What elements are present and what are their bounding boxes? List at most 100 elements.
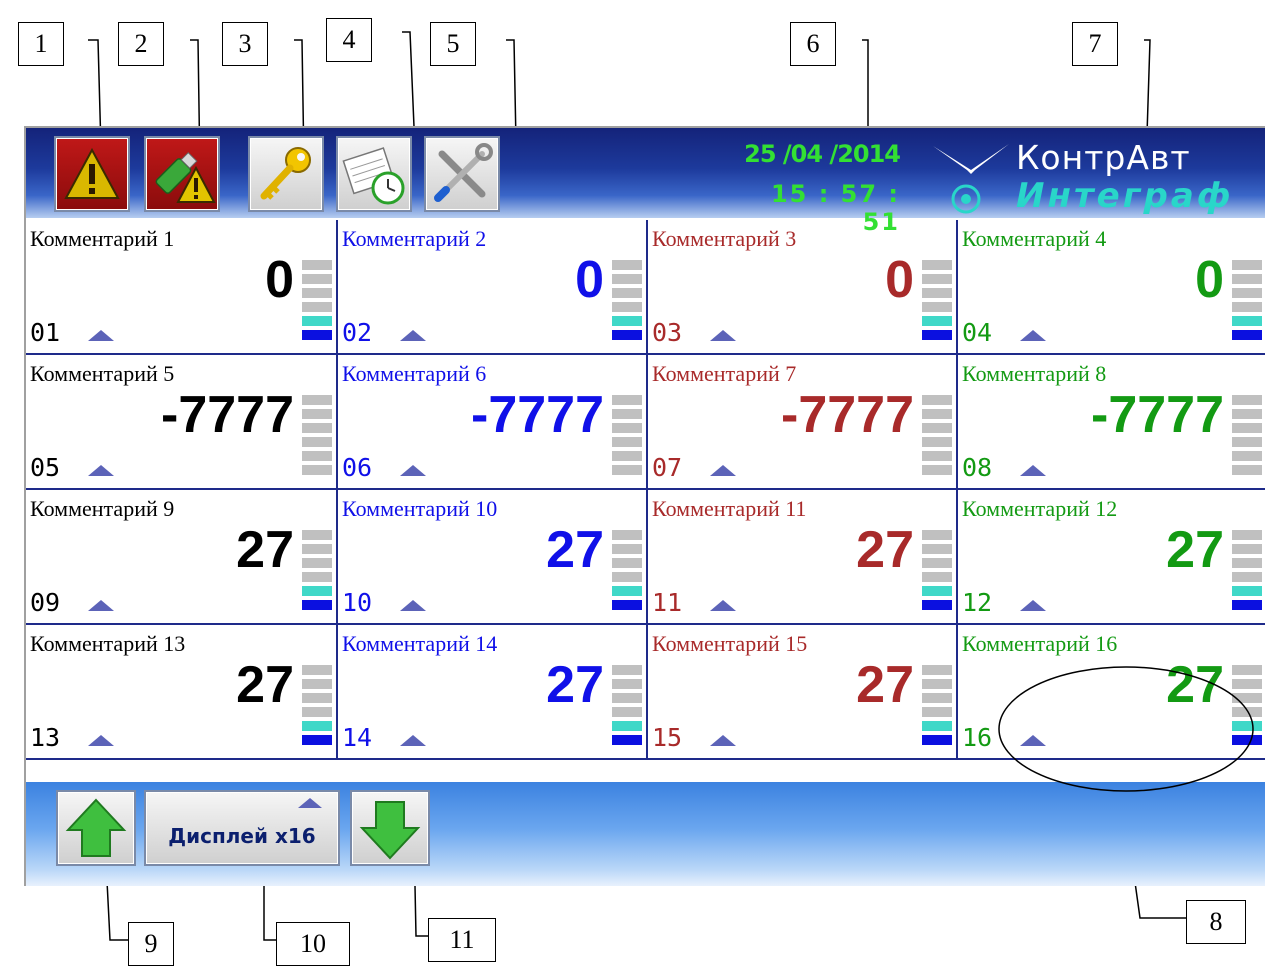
green-arrow-up-icon — [65, 798, 127, 857]
channel-number: 16 — [962, 723, 993, 752]
level-bar-segment — [922, 707, 952, 717]
level-bar-segment — [302, 423, 332, 433]
level-bar-segment — [1232, 302, 1262, 312]
channel-comment: Комментарий 11 — [652, 496, 807, 521]
level-bar-indicator — [612, 395, 642, 479]
annotation-ellipse — [998, 666, 1254, 792]
level-bar-indicator — [1232, 260, 1262, 344]
level-bar-segment — [922, 544, 952, 554]
schedule-button[interactable] — [336, 136, 412, 212]
level-bar-segment — [1232, 530, 1262, 540]
channel-tile[interactable]: Комментарий 15 27 15 — [646, 625, 956, 760]
level-bar-indicator — [612, 530, 642, 614]
level-bar-segment — [1232, 451, 1262, 461]
level-bar-segment — [612, 316, 642, 326]
level-bar-segment — [922, 693, 952, 703]
level-bar-segment — [922, 465, 952, 475]
channel-tile[interactable]: Комментарий 13 27 13 — [26, 625, 336, 760]
level-bar-segment — [612, 451, 642, 461]
level-bar-segment — [612, 274, 642, 284]
level-bar-segment — [612, 288, 642, 298]
level-bar-segment — [922, 330, 952, 340]
level-bar-segment — [612, 302, 642, 312]
level-bar-segment — [922, 586, 952, 596]
level-bar-segment — [922, 274, 952, 284]
channel-number: 04 — [962, 318, 993, 347]
level-bar-indicator — [302, 530, 332, 614]
channel-tile[interactable]: Комментарий 3 0 03 — [646, 220, 956, 355]
notepad-clock-icon — [342, 147, 405, 205]
level-bar-segment — [922, 423, 952, 433]
level-bar-segment — [1232, 395, 1262, 405]
level-bar-segment — [922, 572, 952, 582]
channel-tile[interactable]: Комментарий 4 0 04 — [956, 220, 1265, 355]
channel-comment: Комментарий 4 — [962, 226, 1107, 251]
channel-value: -7777 — [161, 386, 294, 444]
level-bar-segment — [302, 721, 332, 731]
channel-tile[interactable]: Комментарий 11 27 11 — [646, 490, 956, 625]
level-bar-segment — [302, 530, 332, 540]
channel-tile[interactable]: Комментарий 5 -7777 05 — [26, 355, 336, 490]
brand-name: КонтрАвт — [1016, 138, 1191, 177]
level-bar-segment — [1232, 423, 1262, 433]
channel-tile[interactable]: Комментарий 9 27 09 — [26, 490, 336, 625]
level-bar-segment — [1232, 544, 1262, 554]
level-bar-segment — [1232, 558, 1262, 568]
channel-tile[interactable]: Комментарий 6 -7777 06 — [336, 355, 646, 490]
level-bar-segment — [302, 316, 332, 326]
channel-comment: Комментарий 8 — [962, 361, 1107, 386]
level-bar-segment — [612, 721, 642, 731]
level-bar-segment — [612, 586, 642, 596]
level-bar-segment — [302, 544, 332, 554]
display-mode-button[interactable]: Дисплей x16 — [144, 790, 340, 866]
triangle-up-icon — [710, 735, 736, 746]
triangle-up-icon — [88, 465, 114, 476]
level-bar-segment — [612, 437, 642, 447]
channel-tile[interactable]: Комментарий 10 27 10 — [336, 490, 646, 625]
channel-comment: Комментарий 7 — [652, 361, 797, 386]
brand-product: Интеграф — [1016, 176, 1234, 216]
level-bar-indicator — [922, 665, 952, 749]
channel-tile[interactable]: Комментарий 1 0 01 — [26, 220, 336, 355]
channel-number: 11 — [652, 588, 683, 617]
channel-comment: Комментарий 3 — [652, 226, 797, 251]
channel-value: 27 — [856, 656, 914, 714]
top-toolbar: 25 /04 /2014 15 : 57 : 51 КонтрАвт Интег… — [26, 128, 1265, 236]
page-up-button[interactable] — [56, 790, 136, 866]
level-bar-segment — [922, 260, 952, 270]
access-key-button[interactable] — [248, 136, 324, 212]
channel-tile[interactable]: Комментарий 14 27 14 — [336, 625, 646, 760]
level-bar-segment — [302, 558, 332, 568]
level-bar-segment — [612, 395, 642, 405]
channel-number: 05 — [30, 453, 61, 482]
channel-number: 06 — [342, 453, 373, 482]
alarm-button[interactable] — [54, 136, 130, 212]
usb-alarm-button[interactable] — [144, 136, 220, 212]
level-bar-segment — [302, 679, 332, 689]
level-bar-segment — [612, 530, 642, 540]
channel-value: 0 — [575, 251, 604, 309]
level-bar-segment — [1232, 409, 1262, 419]
channel-comment: Комментарий 9 — [30, 496, 175, 521]
tools-icon — [434, 143, 493, 202]
brand-emblem — [951, 184, 981, 214]
channel-value: 27 — [546, 656, 604, 714]
page-down-button[interactable] — [350, 790, 430, 866]
channel-tile[interactable]: Комментарий 2 0 02 — [336, 220, 646, 355]
channel-tile[interactable]: Комментарий 12 27 12 — [956, 490, 1265, 625]
channel-tile[interactable]: Комментарий 8 -7777 08 — [956, 355, 1265, 490]
channel-comment: Комментарий 10 — [342, 496, 498, 521]
level-bar-segment — [922, 558, 952, 568]
triangle-up-icon — [710, 330, 736, 341]
channel-comment: Комментарий 16 — [962, 631, 1118, 656]
level-bar-segment — [612, 707, 642, 717]
level-bar-segment — [922, 316, 952, 326]
warning-icon — [64, 147, 120, 199]
level-bar-segment — [922, 530, 952, 540]
channel-value: 27 — [856, 521, 914, 579]
triangle-up-icon — [710, 465, 736, 476]
settings-button[interactable] — [424, 136, 500, 212]
channel-value: 27 — [1166, 521, 1224, 579]
level-bar-segment — [612, 572, 642, 582]
channel-tile[interactable]: Комментарий 7 -7777 07 — [646, 355, 956, 490]
